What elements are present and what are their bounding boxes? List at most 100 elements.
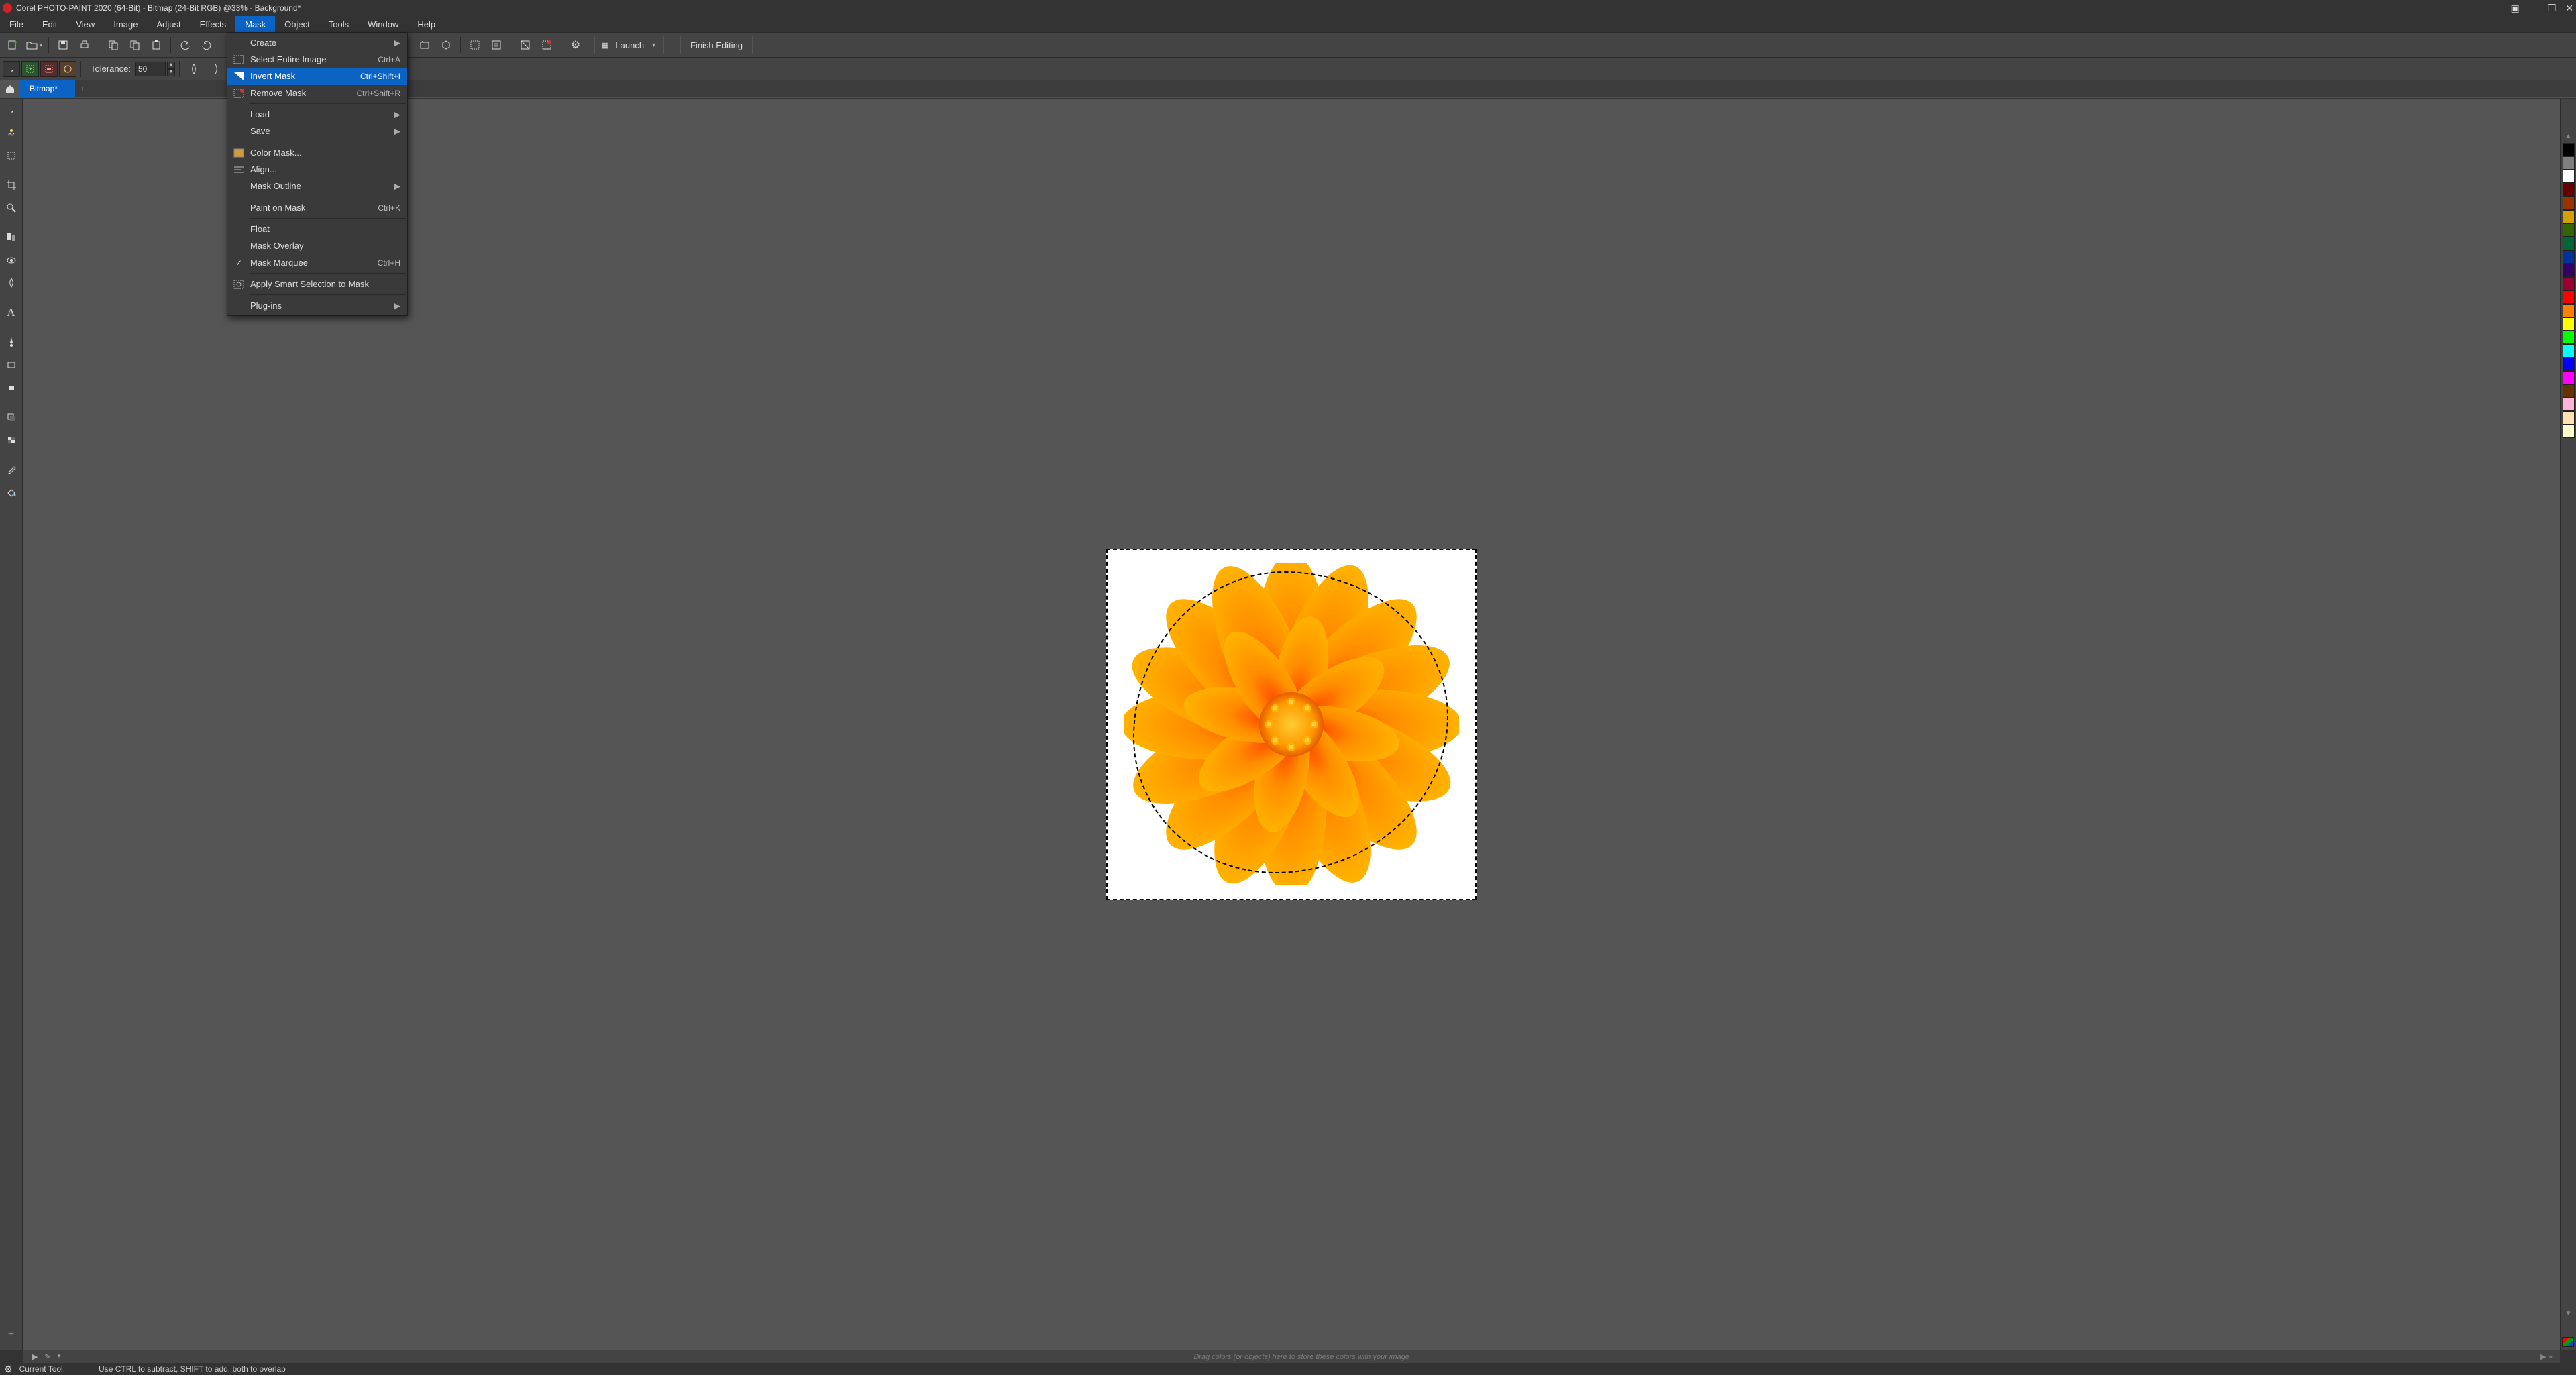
eraser-tool[interactable] bbox=[1, 377, 21, 398]
menu-item-create[interactable]: Create▶ bbox=[227, 34, 407, 51]
smart-selection-tool[interactable] bbox=[1, 122, 21, 144]
palette-scroll-down[interactable]: ▼ bbox=[2565, 1310, 2572, 1317]
menu-edit[interactable]: Edit bbox=[33, 16, 66, 32]
drop-shadow-tool[interactable] bbox=[1, 406, 21, 428]
color-swatch[interactable] bbox=[2563, 183, 2575, 197]
pick-tool[interactable] bbox=[1, 99, 21, 121]
red-eye-tool[interactable] bbox=[1, 250, 21, 271]
clone-tool[interactable] bbox=[1, 227, 21, 248]
palette-scroll-up[interactable]: ▲ bbox=[2565, 133, 2572, 140]
canvas[interactable] bbox=[1106, 549, 1477, 900]
menu-item-invert-mask[interactable]: Invert MaskCtrl+Shift+I bbox=[227, 68, 407, 85]
mode-normal-button[interactable] bbox=[3, 61, 20, 77]
crop-tool[interactable] bbox=[1, 174, 21, 196]
color-swatch[interactable] bbox=[2563, 344, 2575, 358]
tolerance-input[interactable] bbox=[135, 62, 166, 76]
open-file-button[interactable]: ▾ bbox=[24, 35, 44, 55]
color-swatch[interactable] bbox=[2563, 197, 2575, 210]
menu-item-float[interactable]: Float bbox=[227, 221, 407, 237]
redo-button[interactable] bbox=[197, 35, 217, 55]
menu-item-apply-smart-selection-to-mask[interactable]: Apply Smart Selection to Mask bbox=[227, 276, 407, 292]
options-button[interactable]: ⚙ bbox=[566, 35, 586, 55]
add-tab-button[interactable]: + bbox=[75, 80, 90, 97]
menu-item-mask-outline[interactable]: Mask Outline▶ bbox=[227, 178, 407, 195]
remove-mask-toolbar-button[interactable] bbox=[537, 35, 557, 55]
tray-expand-icon[interactable]: ▾ bbox=[58, 1352, 61, 1361]
transparency-tool[interactable] bbox=[1, 429, 21, 451]
tray-play-icon[interactable]: ▶ bbox=[32, 1352, 38, 1361]
undo-button[interactable] bbox=[175, 35, 195, 55]
color-swatch[interactable] bbox=[2563, 317, 2575, 331]
statusbar-settings-icon[interactable]: ⚙ bbox=[4, 1364, 13, 1375]
feather-button[interactable] bbox=[184, 59, 204, 79]
color-swatch[interactable] bbox=[2563, 237, 2575, 250]
menu-file[interactable]: File bbox=[0, 16, 33, 32]
color-swatch[interactable] bbox=[2563, 398, 2575, 411]
launch-dropdown[interactable]: ▦ Launch ▼ bbox=[594, 36, 664, 54]
menu-item-save[interactable]: Save▶ bbox=[227, 123, 407, 140]
color-swatch[interactable] bbox=[2563, 223, 2575, 237]
color-swatch[interactable] bbox=[2563, 143, 2575, 156]
color-swatch[interactable] bbox=[2563, 250, 2575, 264]
color-swatch[interactable] bbox=[2563, 331, 2575, 344]
color-swatch[interactable] bbox=[2563, 358, 2575, 371]
text-tool[interactable]: A bbox=[1, 302, 21, 323]
mode-overlap-button[interactable] bbox=[59, 61, 76, 77]
color-swatch[interactable] bbox=[2563, 264, 2575, 277]
extra-window-icon[interactable]: ▣ bbox=[2510, 3, 2519, 14]
menu-item-plug-ins[interactable]: Plug-ins▶ bbox=[227, 297, 407, 314]
color-swatch[interactable] bbox=[2563, 277, 2575, 290]
rectangle-mask-tool[interactable] bbox=[1, 145, 21, 166]
color-swatch[interactable] bbox=[2563, 425, 2575, 438]
object-manager-button[interactable] bbox=[436, 35, 456, 55]
close-button[interactable]: ✕ bbox=[2565, 3, 2573, 14]
color-swatch[interactable] bbox=[2563, 210, 2575, 223]
maximize-button[interactable]: ❐ bbox=[2548, 3, 2557, 14]
color-swatch[interactable] bbox=[2563, 170, 2575, 183]
liquid-tool[interactable] bbox=[1, 272, 21, 294]
mask-overlay-button[interactable] bbox=[486, 35, 506, 55]
menu-item-load[interactable]: Load▶ bbox=[227, 106, 407, 123]
tray-scroll-right[interactable]: ▶ » bbox=[2533, 1352, 2560, 1361]
mode-subtract-button[interactable] bbox=[40, 61, 58, 77]
print-button[interactable] bbox=[74, 35, 95, 55]
finish-editing-button[interactable]: Finish Editing bbox=[680, 36, 753, 54]
menu-mask[interactable]: Mask bbox=[235, 16, 275, 32]
mask-show-button[interactable] bbox=[465, 35, 485, 55]
document-tab-bitmap[interactable]: Bitmap* bbox=[20, 80, 75, 97]
menu-help[interactable]: Help bbox=[408, 16, 445, 32]
tolerance-spinner[interactable]: ▲▼ bbox=[167, 62, 175, 76]
object-properties-button[interactable] bbox=[415, 35, 435, 55]
home-tab[interactable] bbox=[0, 80, 20, 97]
menu-item-mask-overlay[interactable]: Mask Overlay bbox=[227, 237, 407, 254]
invert-mask-toolbar-button[interactable] bbox=[515, 35, 535, 55]
menu-item-select-entire-image[interactable]: Select Entire ImageCtrl+A bbox=[227, 51, 407, 68]
antialias-button[interactable] bbox=[205, 59, 225, 79]
minimize-button[interactable]: — bbox=[2529, 3, 2538, 14]
eyedropper-tool[interactable] bbox=[1, 459, 21, 480]
menu-effects[interactable]: Effects bbox=[191, 16, 236, 32]
color-swatch[interactable] bbox=[2563, 371, 2575, 384]
copy-button[interactable] bbox=[103, 35, 123, 55]
menu-item-mask-marquee[interactable]: ✓Mask MarqueeCtrl+H bbox=[227, 254, 407, 271]
tray-eyedropper-icon[interactable]: ✎ bbox=[44, 1352, 50, 1361]
menu-item-color-mask[interactable]: Color Mask... bbox=[227, 144, 407, 161]
menu-item-remove-mask[interactable]: Remove MaskCtrl+Shift+R bbox=[227, 85, 407, 101]
color-swatch[interactable] bbox=[2563, 411, 2575, 425]
palette-flyout-button[interactable] bbox=[2562, 1337, 2574, 1347]
add-tool-button[interactable]: + bbox=[1, 1324, 21, 1345]
rectangle-tool[interactable] bbox=[1, 354, 21, 376]
zoom-tool[interactable] bbox=[1, 197, 21, 219]
menu-image[interactable]: Image bbox=[104, 16, 147, 32]
menu-item-align[interactable]: Align... bbox=[227, 161, 407, 178]
menu-view[interactable]: View bbox=[66, 16, 104, 32]
menu-tools[interactable]: Tools bbox=[319, 16, 358, 32]
color-swatch[interactable] bbox=[2563, 304, 2575, 317]
brush-tool[interactable] bbox=[1, 331, 21, 353]
color-swatch[interactable] bbox=[2563, 290, 2575, 304]
fill-tool[interactable] bbox=[1, 482, 21, 503]
menu-adjust[interactable]: Adjust bbox=[147, 16, 190, 32]
cut-button[interactable] bbox=[125, 35, 145, 55]
mode-add-button[interactable]: + bbox=[21, 61, 39, 77]
menu-window[interactable]: Window bbox=[358, 16, 408, 32]
